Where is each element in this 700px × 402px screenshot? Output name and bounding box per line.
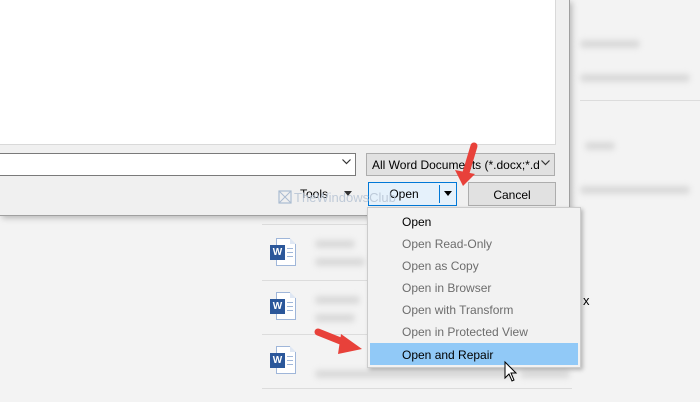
annotation-overlay — [314, 142, 518, 382]
red-arrow-icon — [455, 142, 478, 186]
mouse-cursor-icon — [504, 360, 518, 382]
red-arrow-icon — [314, 328, 362, 354]
